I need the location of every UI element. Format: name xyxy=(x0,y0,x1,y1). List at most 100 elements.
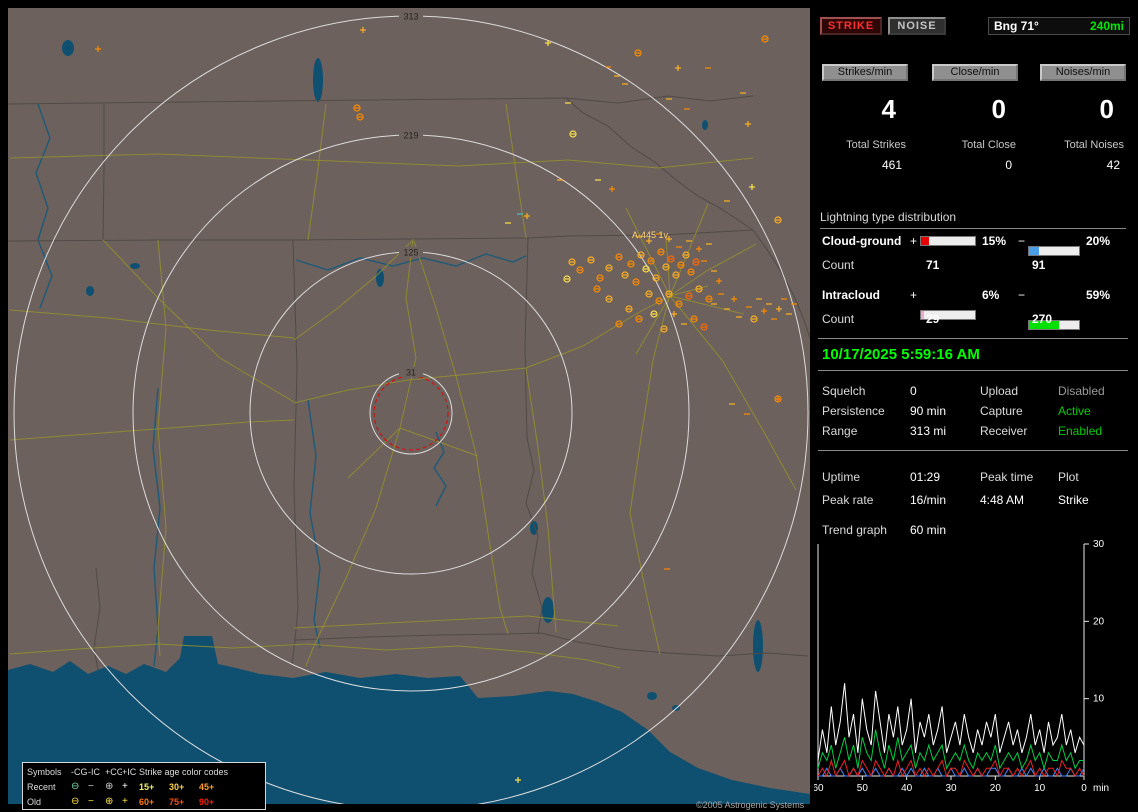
distribution-section-title: Lightning type distribution xyxy=(820,210,1126,229)
cg-pos-count: 71 xyxy=(926,258,940,272)
total-close-value: 0 xyxy=(1005,158,1012,172)
trend-graph: 30 20 10 60 50 40 30 20 10 0 min xyxy=(814,539,1109,794)
trend-y-tick: 30 xyxy=(1093,539,1105,550)
legend-symbol-icon: ⊕ xyxy=(105,796,114,807)
total-strikes-value: 461 xyxy=(881,158,902,172)
receiver-label: Receiver xyxy=(980,424,1028,438)
cloud-ground-label: Cloud-ground xyxy=(822,234,902,248)
legend-age-title: Strike age color codes xyxy=(139,766,229,777)
bearing-value: Bng 71° xyxy=(994,19,1039,33)
divider xyxy=(818,338,1128,339)
legend-column-negCG: -CG xyxy=(71,766,88,777)
range-setting-value: 313 mi xyxy=(910,424,947,438)
legend-age-code: 45+ xyxy=(199,781,215,792)
ring-distance-label: 313 xyxy=(403,12,418,22)
legend-symbol-icon: ⊕ xyxy=(105,781,114,792)
close-per-min-button[interactable]: Close/min xyxy=(932,64,1018,81)
app-window: 313 219 125 31 A-445 1v Symbols -CG -IC +CG +IC S… xyxy=(0,0,1138,812)
trend-x-tick: 30 xyxy=(945,783,957,794)
legend-symbol-icon: − xyxy=(88,796,94,807)
ring-distance-label: 219 xyxy=(403,131,418,141)
strike-toggle-button[interactable]: STRIKE xyxy=(820,17,882,35)
legend-age-code: 15+ xyxy=(139,781,155,792)
legend-column-negIC: -IC xyxy=(88,766,100,777)
legend-age-code: 90+ xyxy=(199,796,215,807)
ic-pos-count: 29 xyxy=(926,312,940,326)
cg-count-label: Count xyxy=(822,258,855,272)
legend-symbol-icon: ⊖ xyxy=(71,796,80,807)
ic-count-label: Count xyxy=(822,312,855,326)
peak-time-value: 4:48 AM xyxy=(980,493,1025,507)
ic-plus-sign: + xyxy=(910,288,918,302)
uptime-value: 01:29 xyxy=(910,470,941,484)
total-close-label: Total Close xyxy=(961,139,1016,151)
total-noises-label: Total Noises xyxy=(1064,139,1124,151)
legend-row-label: Old xyxy=(27,796,42,807)
persistence-value: 90 min xyxy=(910,404,947,418)
divider xyxy=(818,370,1128,371)
ic-neg-percent: 59% xyxy=(1086,288,1111,302)
upload-label: Upload xyxy=(980,384,1019,398)
trend-x-tick: 60 xyxy=(814,783,824,794)
close-per-min-value: 0 xyxy=(991,94,1006,124)
plot-value: Strike xyxy=(1058,493,1089,507)
control-panel: STRIKE NOISE Bng 71° 240mi Strikes/min C… xyxy=(814,8,1134,804)
ic-pos-fill xyxy=(921,311,925,319)
cg-pos-bar xyxy=(920,236,976,246)
peak-rate-label: Peak rate xyxy=(822,493,874,507)
cg-neg-fill xyxy=(1029,247,1039,255)
uptime-label: Uptime xyxy=(822,470,861,484)
squelch-label: Squelch xyxy=(822,384,866,398)
trend-window-value: 60 min xyxy=(910,523,947,537)
noises-per-min-button[interactable]: Noises/min xyxy=(1040,64,1126,81)
cg-neg-percent: 20% xyxy=(1086,234,1111,248)
copyright-text: ©2005 Astrogenic Systems xyxy=(696,800,805,810)
ic-minus-sign: − xyxy=(1018,288,1026,302)
trend-x-tick: 20 xyxy=(990,783,1002,794)
datetime-display: 10/17/2025 5:59:16 AM xyxy=(822,346,980,363)
legend-age-code: 60+ xyxy=(139,796,155,807)
legend-row-label: Recent xyxy=(27,781,56,792)
legend-column-posIC: +IC xyxy=(122,766,137,777)
cg-pos-percent: 15% xyxy=(982,234,1007,248)
cg-neg-count: 91 xyxy=(1032,258,1046,272)
squelch-value: 0 xyxy=(910,384,917,398)
strikes-per-min-button[interactable]: Strikes/min xyxy=(822,64,908,81)
ring-distance-label: 125 xyxy=(403,248,418,258)
legend-age-code: 75+ xyxy=(169,796,185,807)
total-strikes-label: Total Strikes xyxy=(846,139,906,151)
ic-pos-percent: 6% xyxy=(982,288,1000,302)
map-legend: Symbols -CG -IC +CG +IC Strike age color code… xyxy=(22,762,266,810)
trend-y-tick: 10 xyxy=(1093,694,1105,705)
map-canvas[interactable]: 313 219 125 31 A-445 1v xyxy=(8,8,810,804)
ic-neg-count: 270 xyxy=(1032,312,1053,326)
divider xyxy=(818,450,1128,451)
persistence-label: Persistence xyxy=(822,404,885,418)
trend-x-tick: 10 xyxy=(1034,783,1046,794)
legend-symbol-icon: + xyxy=(122,781,128,792)
cg-minus-sign: − xyxy=(1018,234,1026,248)
bearing-range-readout: Bng 71° 240mi xyxy=(988,17,1130,35)
legend-column-posCG: +CG xyxy=(105,766,122,777)
setting-status: Disabled xyxy=(1058,384,1105,398)
peak-rate-value: 16/min xyxy=(910,493,947,507)
setting-status: Active xyxy=(1058,404,1091,418)
noise-toggle-button[interactable]: NOISE xyxy=(888,17,946,35)
cg-neg-bar xyxy=(1028,246,1080,256)
setting-status: Enabled xyxy=(1058,424,1103,438)
strikes-per-min-value: 4 xyxy=(881,94,896,124)
trend-graph-label: Trend graph xyxy=(822,523,887,537)
intracloud-label: Intracloud xyxy=(822,288,881,302)
legend-symbols-header: Symbols xyxy=(27,766,62,777)
legend-symbol-icon: ⊖ xyxy=(71,781,80,792)
trend-series-total-strikes xyxy=(817,683,1085,761)
station-label: A-445 1v xyxy=(632,230,669,240)
ring-distance-label: 31 xyxy=(406,368,416,378)
trend-x-unit: min xyxy=(1093,783,1109,794)
lightning-map[interactable]: 313 219 125 31 A-445 1v Symbols -CG -IC +CG +IC S… xyxy=(8,8,810,810)
legend-symbol-icon: + xyxy=(122,796,128,807)
trend-y-tick: 20 xyxy=(1093,616,1105,627)
peak-time-label: Peak time xyxy=(980,470,1034,484)
range-value: 240mi xyxy=(1089,19,1124,33)
trend-x-tick: 40 xyxy=(901,783,913,794)
